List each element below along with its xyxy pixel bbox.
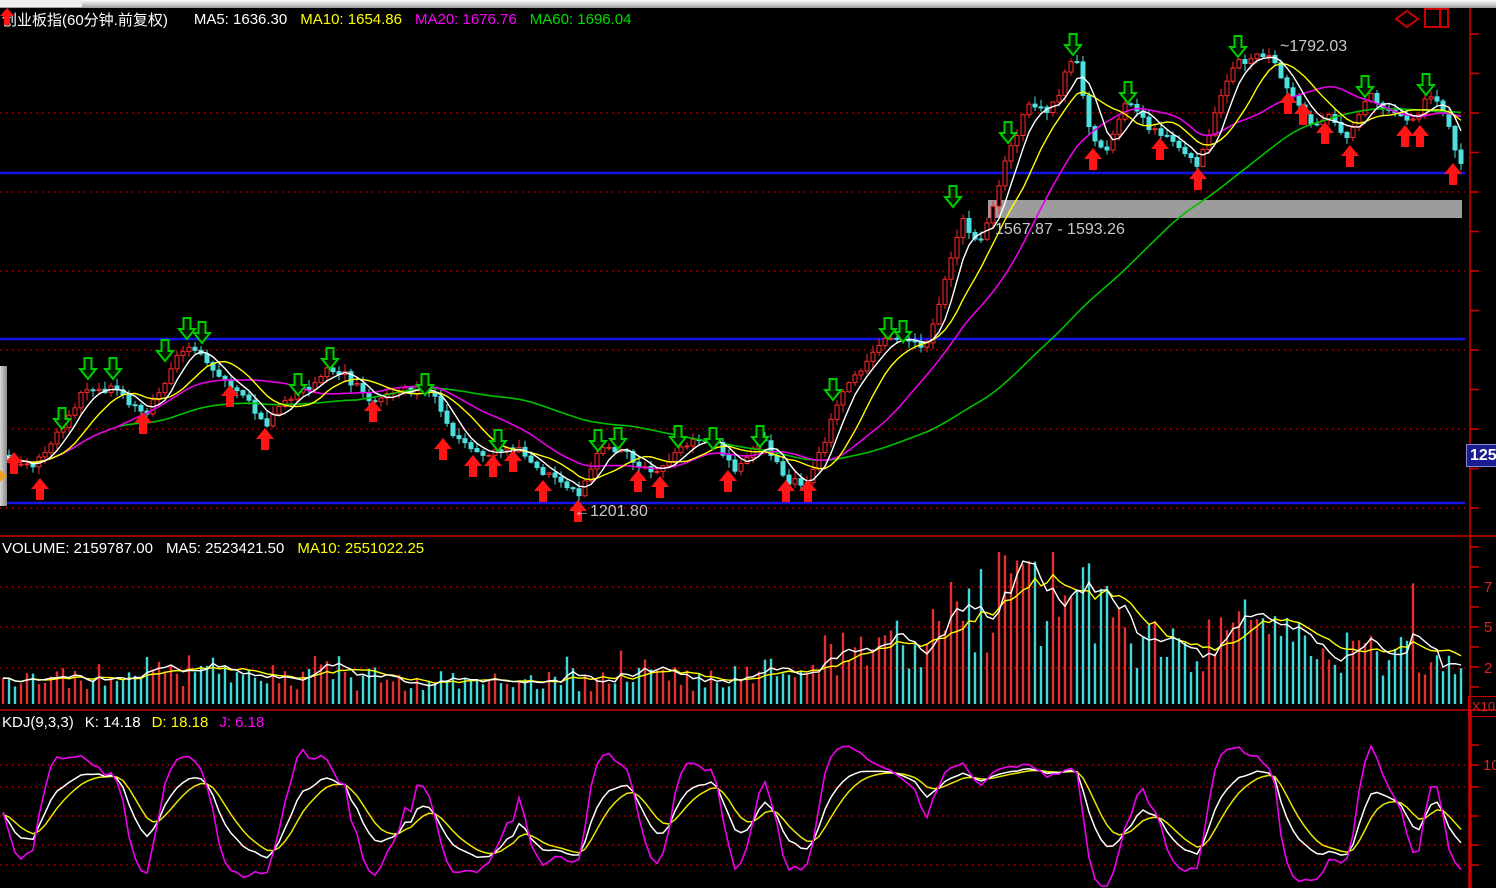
volume-ma10-value: MA10: 2551022.25 (297, 540, 424, 557)
buy-arrow-icon (1189, 168, 1207, 190)
buy-arrow-icon (719, 470, 737, 492)
buy-arrow-icon (31, 478, 49, 500)
sell-arrow-icon (1418, 74, 1434, 95)
kdj-j-value: J: 6.18 (219, 714, 264, 731)
sell-arrow-icon (825, 379, 841, 400)
buy-arrow-icon (1151, 138, 1169, 160)
buy-arrow-icon (1411, 125, 1429, 147)
volume-ma-lines (3, 561, 1461, 686)
volume-value: VOLUME: 2159787.00 (2, 540, 153, 557)
sell-arrow-icon (752, 426, 768, 447)
buy-arrow-icon (256, 428, 274, 450)
gap-band (988, 200, 1462, 218)
trading-app-window: 创业板指(60分钟.前复权) MA5: 1636.30 MA10: 1654.8… (0, 0, 1496, 888)
sell-arrow-icon (80, 358, 96, 379)
chart-canvas[interactable] (0, 0, 1496, 888)
peak-price-annotation: ~1792.03 (1280, 38, 1347, 56)
panel-resize-handle[interactable] (0, 366, 7, 506)
sell-arrow-icon (945, 186, 961, 207)
buy-arrow-icon (629, 470, 647, 492)
price-axis (0, 8, 1496, 536)
sell-arrow-icon (705, 428, 721, 449)
buy-arrow-icon (364, 400, 382, 422)
sell-arrow-icon (880, 318, 896, 339)
gap-range-annotation: 1567.87 - 1593.26 (995, 221, 1125, 239)
sell-arrow-icon (179, 318, 195, 339)
sell-arrow-icon (1000, 122, 1016, 143)
volume-label-row: VOLUME: 2159787.00 MA5: 2523421.50 MA10:… (2, 540, 424, 557)
buy-arrow-icon (1341, 145, 1359, 167)
sell-arrow-icon (490, 430, 506, 451)
volume-unit-label: X10 (1468, 696, 1496, 717)
buy-arrow-icon (134, 412, 152, 434)
kdj-axis (1470, 710, 1479, 888)
buy-arrow-icon (434, 438, 452, 460)
buy-arrow-icon (1084, 148, 1102, 170)
sell-arrow-icon (1065, 34, 1081, 55)
buy-arrow-icon (534, 480, 552, 502)
volume-axis-tick-7: 7 (1484, 579, 1492, 596)
sell-arrow-icon (105, 358, 121, 379)
buy-arrow-icon (484, 455, 502, 477)
signal-arrows (5, 34, 1462, 522)
expand-arrow-icon (0, 470, 7, 482)
volume-ma5-value: MA5: 2523421.50 (166, 540, 284, 557)
price-level-badge: 125 (1466, 444, 1496, 467)
sell-arrow-icon (322, 348, 338, 369)
volume-axis-tick-5: 5 (1484, 619, 1492, 636)
kdj-label-row: KDJ(9,3,3) K: 14.18 D: 18.18 J: 6.18 (2, 714, 264, 731)
ma-lines (3, 57, 1461, 487)
buy-arrow-icon (651, 476, 669, 498)
kdj-axis-top-label: 100 (1483, 757, 1496, 774)
sell-arrow-icon (157, 340, 173, 361)
buy-arrow-icon (464, 455, 482, 477)
sell-arrow-icon (610, 428, 626, 449)
low-price-annotation: ←1201.80 (574, 503, 648, 521)
kdj-indicator-name: KDJ(9,3,3) (2, 714, 74, 731)
buy-arrow-icon (777, 480, 795, 502)
candlesticks (1, 48, 1463, 501)
kdj-k-value: K: 14.18 (85, 714, 141, 731)
volume-axis-tick-2: 2 (1484, 660, 1492, 677)
sell-arrow-icon (1120, 82, 1136, 103)
support-lines (0, 173, 1465, 503)
kdj-grid (0, 765, 1465, 865)
buy-arrow-icon (1444, 163, 1462, 185)
kdj-d-value: D: 18.18 (152, 714, 209, 731)
sell-arrow-icon (1230, 36, 1246, 57)
